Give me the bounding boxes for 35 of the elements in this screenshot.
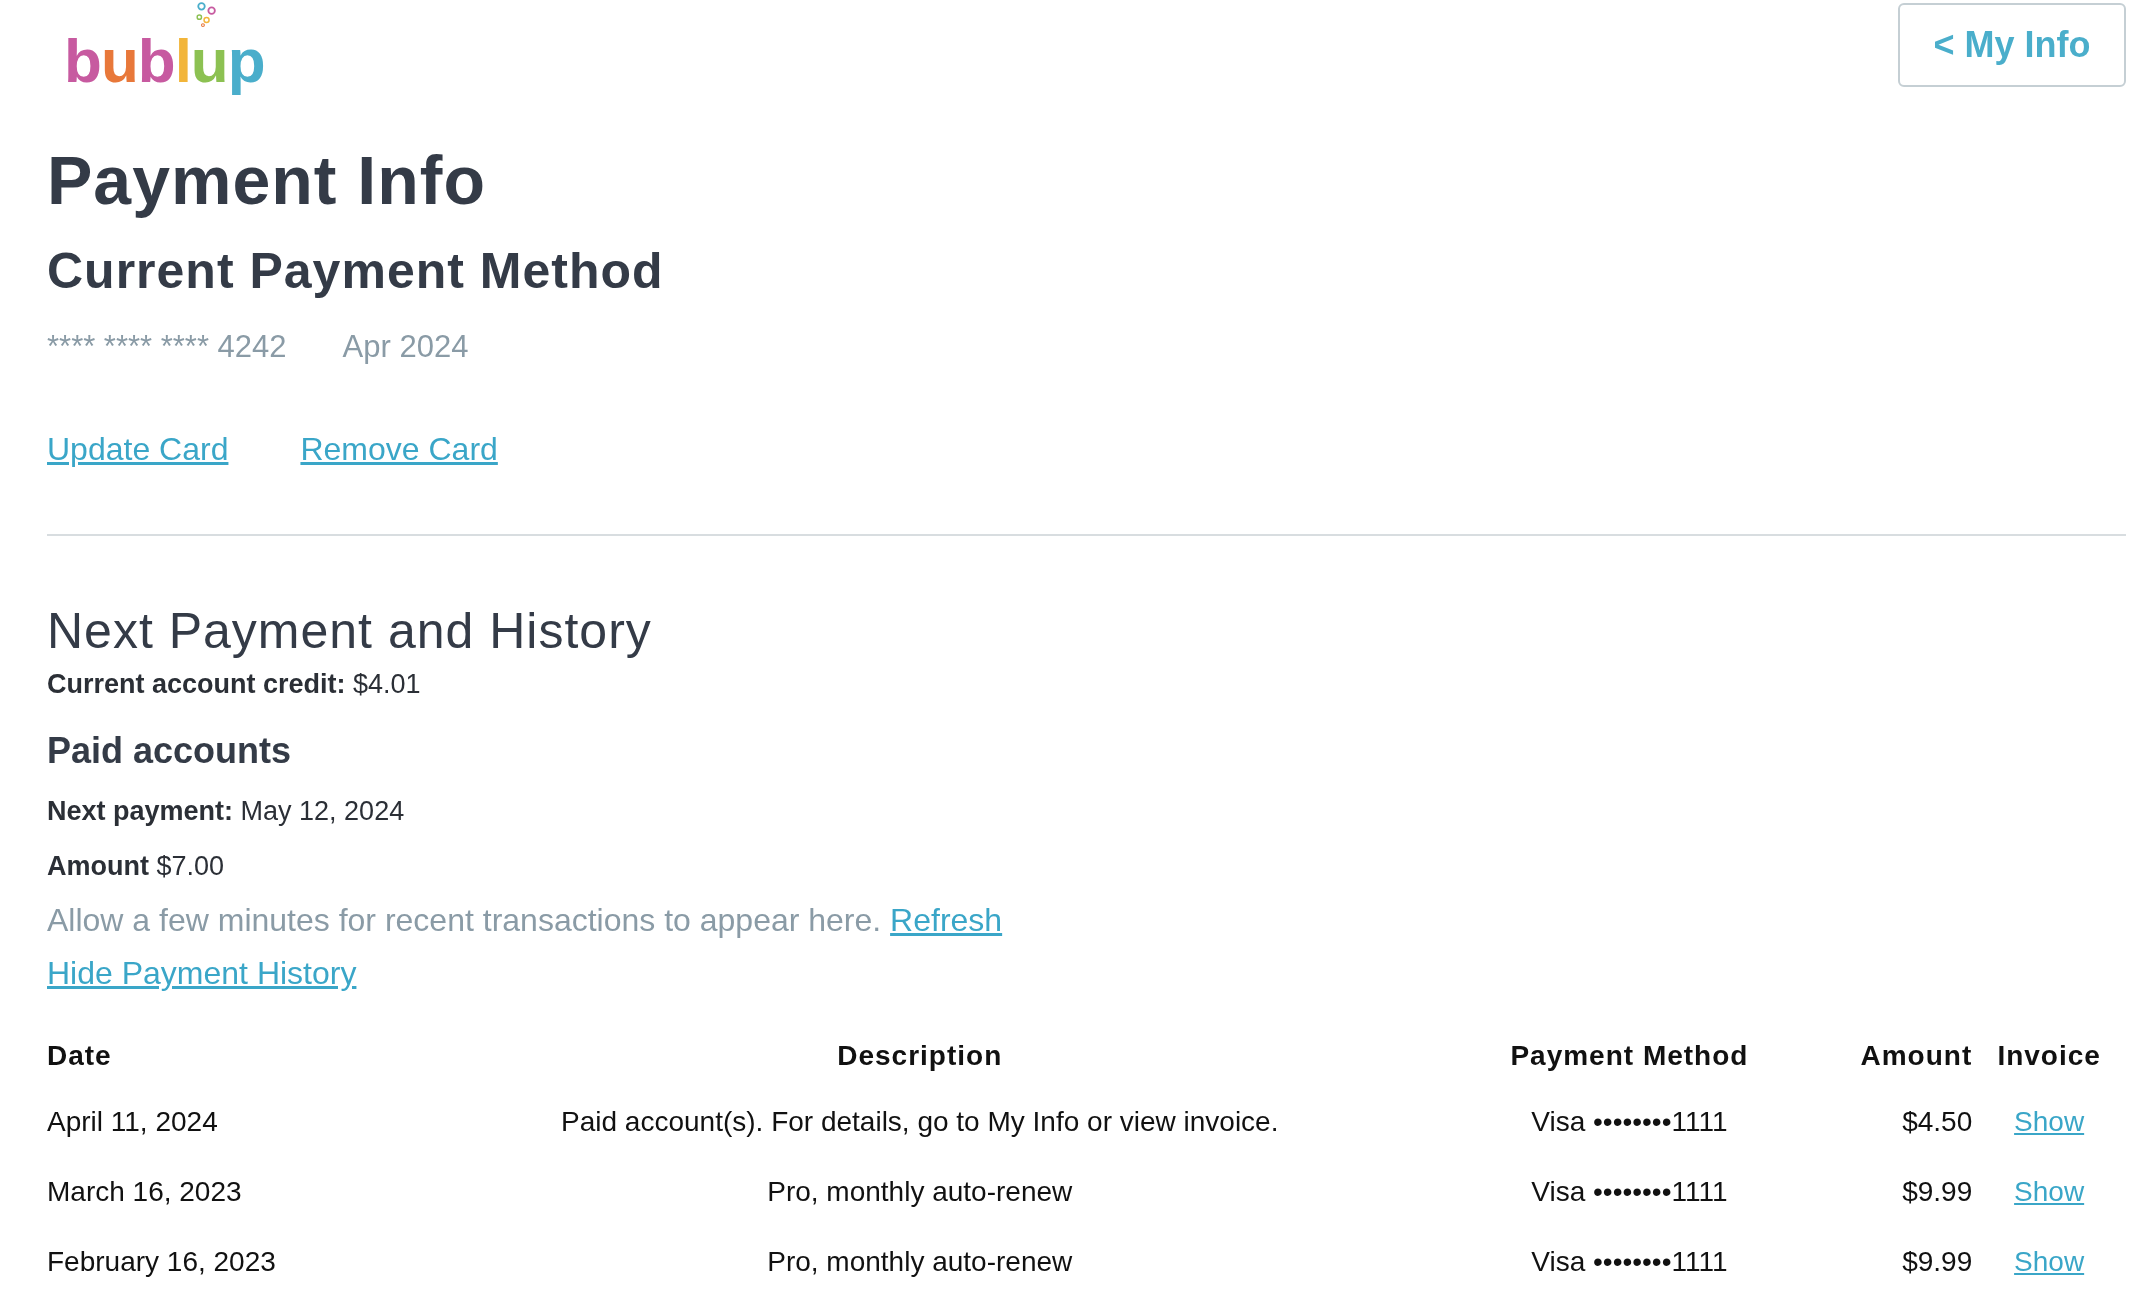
- card-link[interactable]: Update Card: [47, 431, 229, 468]
- section-heading: Current Payment Method: [47, 244, 665, 299]
- hide-history-link[interactable]: Hide Payment History: [47, 955, 357, 991]
- table-cell-text: $9.99: [1901, 1245, 1973, 1279]
- table-cell-text: April 11, 2024: [47, 1105, 219, 1139]
- table-cell-text: Visa ••••••••1111: [1530, 1105, 1729, 1139]
- column-header: Amount: [1859, 1040, 1973, 1073]
- table-cell-text: Pro, monthly auto-renew: [766, 1245, 1074, 1279]
- card-expiry: Apr 2024: [342, 329, 469, 365]
- payment-amount: Amount $7.00: [47, 851, 226, 882]
- table-cell-text: March 16, 2023: [47, 1175, 243, 1209]
- column-header: Invoice: [1996, 1040, 2102, 1073]
- section-heading: Next Payment and History: [47, 604, 653, 659]
- invoice-link[interactable]: Show: [2014, 1106, 2085, 1137]
- table-cell-text: $9.99: [1901, 1175, 1973, 1209]
- table-cell-text: February 16, 2023: [47, 1245, 277, 1279]
- table-cell-text: Paid account(s). For details, go to My Info or view invoice.: [560, 1105, 1280, 1139]
- table-cell-text: Pro, monthly auto-renew: [766, 1175, 1074, 1209]
- column-header: Description: [836, 1040, 1004, 1073]
- table-cell-text: Visa ••••••••1111: [1530, 1245, 1729, 1279]
- table-cell-text: Visa ••••••••1111: [1530, 1175, 1729, 1209]
- back-button[interactable]: < My Info: [1898, 3, 2126, 87]
- column-header: Payment Method: [1509, 1040, 1750, 1073]
- notice-text: Allow a few minutes for recent transactions to appear here.: [47, 902, 882, 938]
- card-link[interactable]: Remove Card: [300, 431, 498, 468]
- table-cell-text: $4.50: [1901, 1105, 1973, 1139]
- next-payment: Next payment: May 12, 2024: [47, 796, 406, 827]
- invoice-link[interactable]: Show: [2014, 1176, 2085, 1207]
- refresh-link[interactable]: Refresh: [890, 902, 1003, 938]
- account-credit: Current account credit: $4.01: [47, 669, 422, 700]
- subheading: Paid accounts: [47, 730, 293, 772]
- column-header: Date: [47, 1040, 113, 1073]
- card-number: **** **** **** 4242: [47, 329, 287, 365]
- invoice-link[interactable]: Show: [2014, 1246, 2085, 1277]
- logo: bublup: [64, 25, 265, 97]
